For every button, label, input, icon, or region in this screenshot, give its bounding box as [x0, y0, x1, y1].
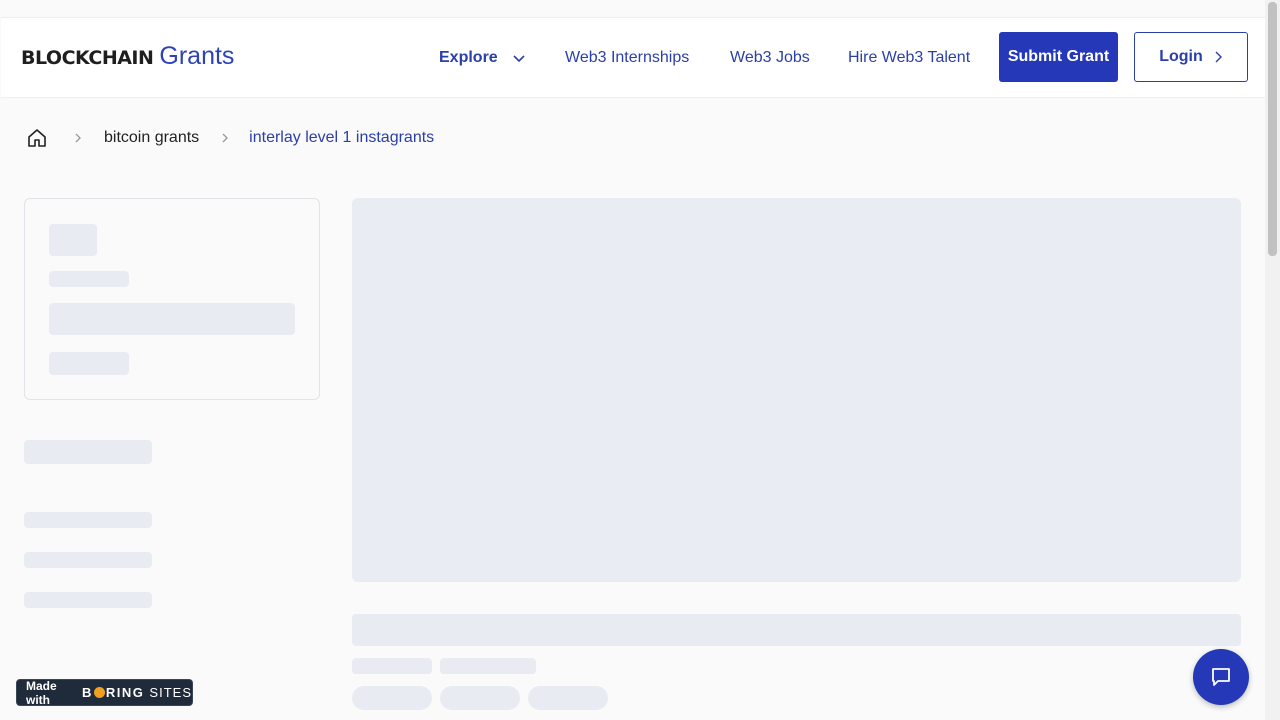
badge-brand: B RING SITES [82, 685, 192, 700]
chat-button[interactable] [1193, 649, 1249, 705]
login-button[interactable]: Login [1134, 32, 1248, 82]
skeleton-card [24, 198, 320, 400]
page-scrollbar[interactable] [1265, 0, 1280, 720]
nav-explore[interactable]: Explore [439, 18, 526, 97]
badge-logo-dot [93, 687, 105, 698]
skeleton-meta [440, 658, 536, 674]
site-header: BLOCKCHAIN Grants Explore Web3 Internshi… [1, 17, 1265, 98]
chevron-right-icon [75, 133, 81, 143]
skeleton-avatar [49, 224, 97, 256]
submit-grant-button[interactable]: Submit Grant [999, 32, 1118, 82]
breadcrumb: bitcoin grants interlay level 1 instagra… [26, 125, 434, 151]
chevron-right-icon [222, 133, 229, 143]
chat-icon [1212, 668, 1230, 686]
skeleton-block [49, 303, 295, 335]
badge-brand-rest: RING [105, 685, 145, 700]
nav-explore-label: Explore [439, 48, 498, 66]
skeleton-tag [352, 686, 432, 710]
skeleton-tag [528, 686, 608, 710]
chevron-down-icon [513, 54, 525, 62]
site-logo[interactable]: BLOCKCHAIN Grants [21, 42, 234, 71]
skeleton-heading [24, 440, 152, 464]
nav-hire-web3-talent[interactable]: Hire Web3 Talent [848, 18, 970, 97]
scrollbar-thumb[interactable] [1268, 2, 1277, 256]
skeleton-meta [352, 658, 432, 674]
skeleton-line [49, 271, 129, 287]
breadcrumb-current[interactable]: interlay level 1 instagrants [249, 129, 434, 147]
logo-wordmark-light: Grants [159, 42, 235, 70]
skeleton-tag [440, 686, 520, 710]
login-label: Login [1159, 48, 1203, 65]
badge-brand-sites: SITES [149, 685, 192, 700]
logo-wordmark-bold: BLOCKCHAIN [21, 47, 154, 69]
chevron-right-icon [1215, 51, 1222, 63]
nav-web3-internships[interactable]: Web3 Internships [565, 18, 689, 97]
home-icon[interactable] [26, 127, 48, 149]
skeleton-title [352, 614, 1241, 646]
submit-grant-label: Submit Grant [1007, 48, 1110, 65]
skeleton-line [24, 552, 152, 568]
skeleton-line [49, 352, 129, 375]
made-with-badge[interactable]: Made with B RING SITES [16, 678, 193, 707]
badge-made-with: Made with [26, 678, 57, 707]
nav-web3-jobs[interactable]: Web3 Jobs [730, 18, 810, 97]
badge-brand-b: B [82, 685, 93, 700]
page: BLOCKCHAIN Grants Explore Web3 Internshi… [0, 0, 1280, 720]
skeleton-line [24, 512, 152, 528]
breadcrumb-bitcoin-grants[interactable]: bitcoin grants [104, 129, 199, 147]
skeleton-banner [352, 198, 1241, 582]
skeleton-line [24, 592, 152, 608]
